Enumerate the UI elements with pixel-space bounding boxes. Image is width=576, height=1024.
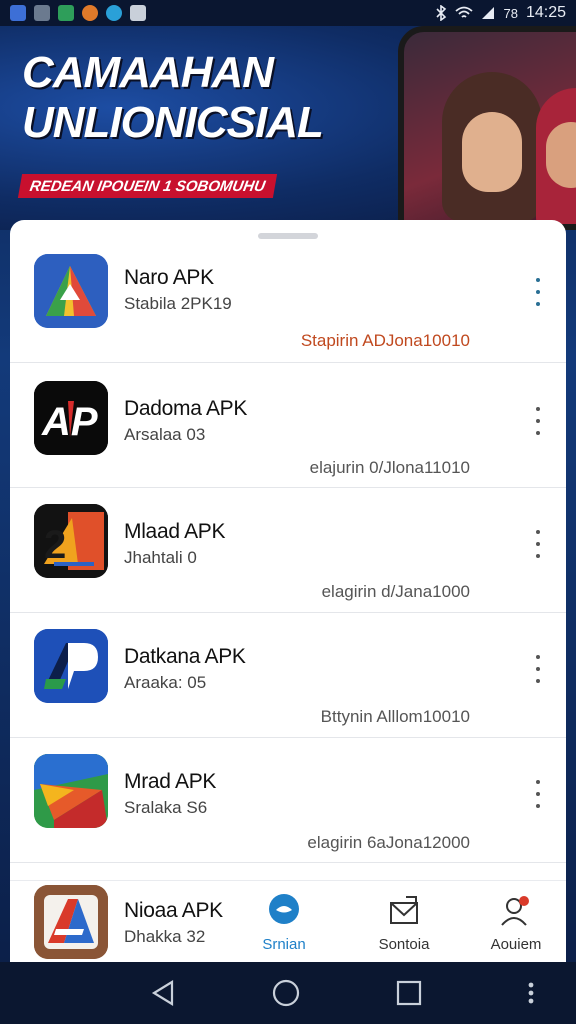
arrow-logo-icon — [34, 754, 108, 828]
banner-title-line2: UNLIONICSIAL — [22, 98, 324, 147]
sms-notification-icon — [58, 5, 74, 21]
app-name: Dadoma APK — [124, 397, 248, 420]
app-subtitle: Dhakka 32 — [124, 927, 206, 946]
back-icon[interactable] — [148, 978, 178, 1008]
nav-label: Aouiem — [490, 936, 542, 953]
banner-title: CAMAAHAN UNLIONICSIAL — [22, 48, 324, 148]
lock-notification-icon — [130, 5, 146, 21]
signal-icon — [482, 7, 495, 19]
app-subtitle: Arsalaa 03 — [124, 425, 206, 444]
app-list-sheet: Naro APK Stabila 2PK19 Stapirin ADJona10… — [10, 220, 566, 962]
svg-text:2: 2 — [44, 523, 66, 567]
banner-title-line1: CAMAAHAN — [22, 48, 274, 97]
app-name: Mlaad APK — [124, 520, 226, 543]
app-name: Mrad APK — [124, 770, 217, 793]
nav-label: Sontoia — [378, 936, 430, 953]
list-item[interactable]: AP Dadoma APK Arsalaa 03 elajurin 0/Jlon… — [10, 363, 566, 488]
app-notification-icon — [10, 5, 26, 21]
phone-mockup-image — [398, 26, 576, 230]
banner-ribbon: REDEAN IPOUEIN 1 SOBOMUHU — [17, 174, 278, 198]
app-subtitle: Sralaka S6 — [124, 798, 208, 817]
more-options-icon[interactable] — [526, 278, 550, 306]
app-subtitle: Jhahtali 0 — [124, 548, 197, 567]
wifi-icon — [455, 6, 474, 18]
2d-logo-icon: 2 — [34, 504, 108, 578]
recents-icon[interactable] — [394, 978, 424, 1008]
status-bar: 78 14:25 — [0, 0, 576, 26]
mail-icon — [390, 896, 418, 924]
app-meta: Stapirin ADJona10010 — [300, 331, 470, 350]
nav-tab-aouiem[interactable]: Aouiem — [476, 893, 556, 953]
nav-label: Srnian — [262, 936, 306, 953]
nav-tab-srnian[interactable]: Srnian — [244, 893, 324, 953]
app-meta: elagirin d/Jana1000 — [321, 582, 470, 601]
chat-bubble-icon — [269, 894, 299, 924]
app-subtitle: Stabila 2PK19 — [124, 294, 232, 313]
home-icon[interactable] — [271, 978, 301, 1008]
person-image — [536, 88, 576, 224]
nav-tab-sontoia[interactable]: Sontoia — [364, 893, 444, 953]
promo-banner[interactable]: CAMAAHAN UNLIONICSIAL REDEAN IPOUEIN 1 S… — [0, 26, 576, 230]
list-item[interactable]: Naro APK Stabila 2PK19 Stapirin ADJona10… — [10, 238, 566, 363]
bottom-navigation: Nioaa APK Dhakka 32 Srnian Sontoia Aouie… — [10, 880, 566, 962]
ap-logo-icon: AP — [34, 381, 108, 455]
maps-triangle-icon — [34, 254, 108, 328]
menu-icon[interactable] — [524, 978, 538, 1008]
app-name: Datkana APK — [124, 645, 246, 668]
more-options-icon[interactable] — [526, 655, 550, 683]
list-item[interactable]: Mrad APK Sralaka S6 elagirin 6aJona12000 — [10, 738, 566, 863]
more-options-icon[interactable] — [526, 780, 550, 808]
a-logo-icon[interactable] — [34, 885, 108, 959]
list-item[interactable]: 2 Mlaad APK Jhahtali 0 elagirin d/Jana10… — [10, 488, 566, 613]
telegram-notification-icon — [106, 5, 122, 21]
person-pin-icon — [501, 896, 529, 926]
app-subtitle: Araaka: 05 — [124, 673, 207, 692]
app-name: Naro APK — [124, 266, 214, 289]
more-options-icon[interactable] — [526, 530, 550, 558]
system-navigation-bar — [0, 962, 576, 1024]
notification-icons — [10, 5, 146, 21]
more-options-icon[interactable] — [526, 407, 550, 435]
battery-level: 78 — [503, 5, 518, 21]
app-name: Nioaa APK — [124, 899, 223, 922]
app-meta: Bttynin Alllom10010 — [320, 707, 470, 726]
bluetooth-icon — [436, 5, 447, 21]
status-time: 14:25 — [525, 4, 566, 21]
p-logo-icon — [34, 629, 108, 703]
app-meta: elagirin 6aJona12000 — [307, 833, 470, 852]
app-meta: elajurin 0/Jlona11010 — [309, 458, 470, 477]
status-indicators: 78 14:25 — [435, 4, 566, 22]
list-item[interactable]: Datkana APK Araaka: 05 Bttynin Alllom100… — [10, 613, 566, 738]
gallery-notification-icon — [34, 5, 50, 21]
person-image — [442, 72, 542, 222]
browser-notification-icon — [82, 5, 98, 21]
